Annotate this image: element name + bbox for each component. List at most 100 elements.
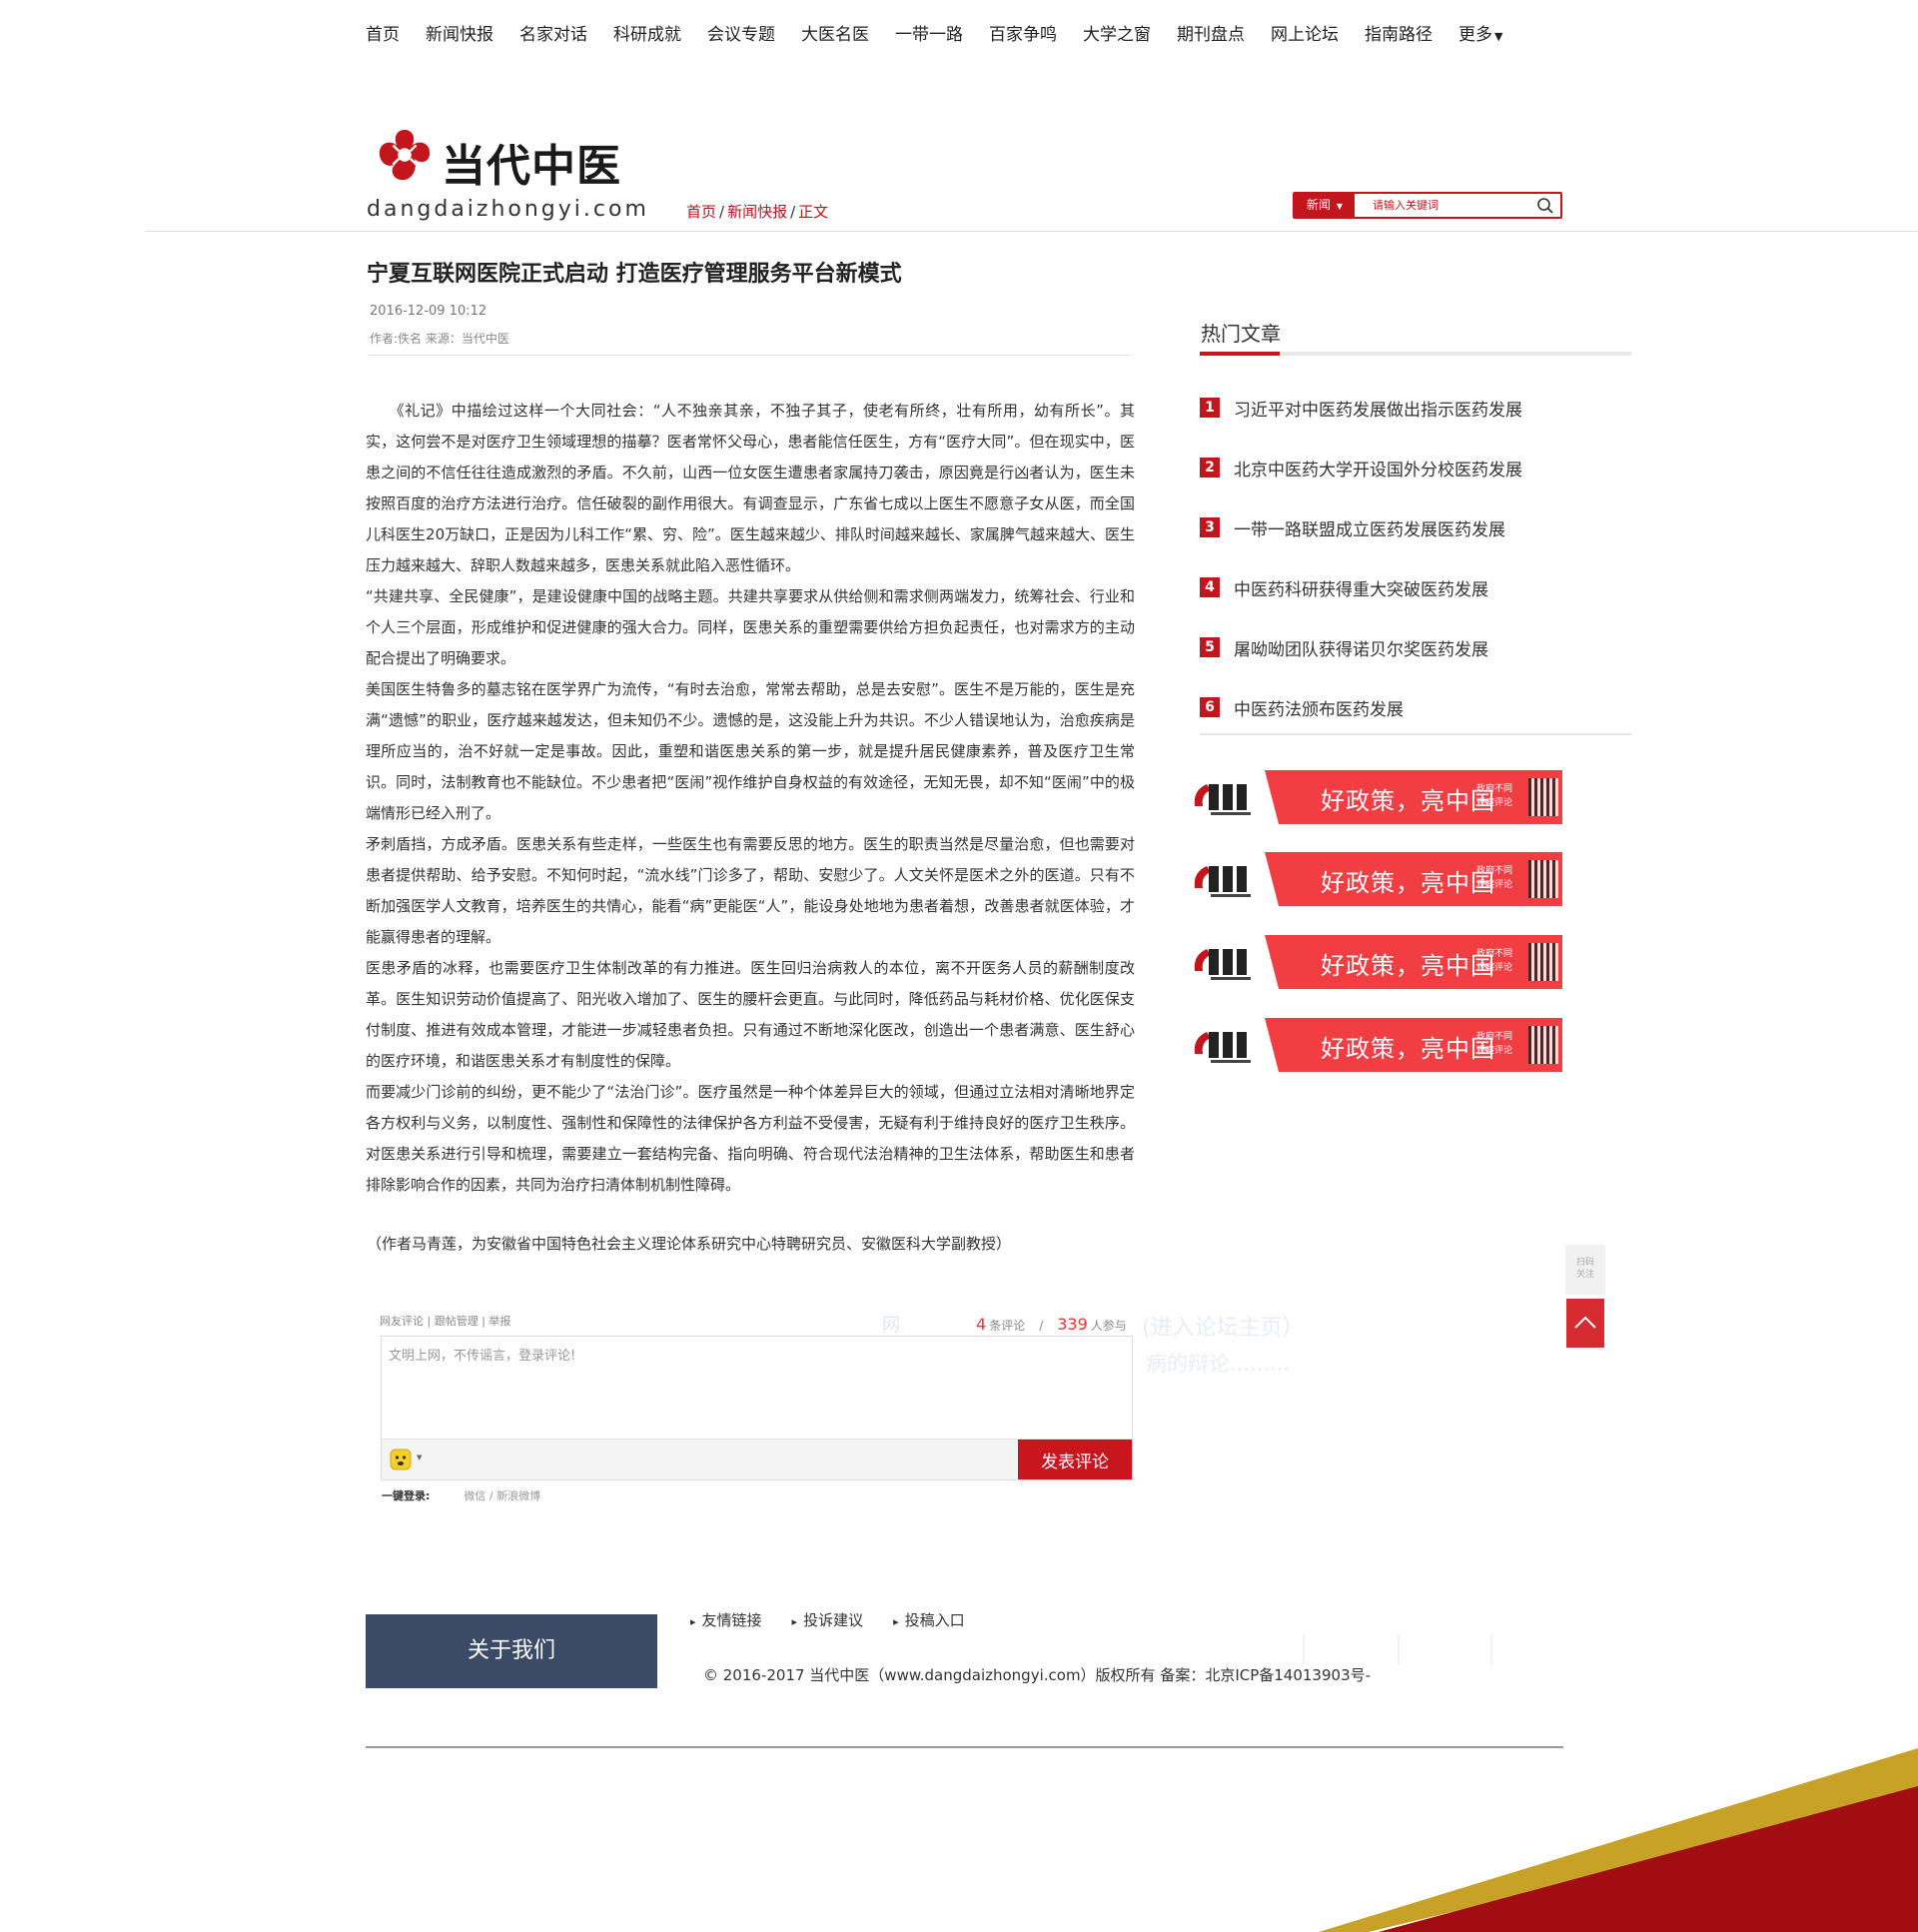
hot-article-item[interactable]: 3 一带一路联盟成立医药发展医药发展	[1200, 497, 1631, 557]
comment-count: 4	[976, 1315, 987, 1334]
comment-textarea[interactable]	[382, 1337, 1132, 1440]
emoji-button[interactable]: ▼	[390, 1449, 430, 1470]
quick-login-options[interactable]: 微信 / 新浪微博	[464, 1489, 540, 1502]
nav-item-doctors[interactable]: 大医名医	[801, 20, 869, 46]
nav-item-home[interactable]: 首页	[366, 20, 400, 46]
nav-item-university[interactable]: 大学之窗	[1083, 20, 1151, 46]
hot-article-title[interactable]: 北京中医药大学开设国外分校医药发展	[1234, 456, 1522, 481]
search-category-label: 新闻	[1306, 198, 1331, 212]
hot-article-item[interactable]: 5 屠呦呦团队获得诺贝尔奖医药发展	[1200, 617, 1631, 677]
hot-article-item[interactable]: 4 中医药科研获得重大突破医药发展	[1200, 557, 1631, 617]
quick-login-label: 一键登录:	[382, 1489, 431, 1502]
submit-comment-button[interactable]: 发表评论	[1018, 1440, 1132, 1479]
search-category-select[interactable]: 新闻 ▼	[1295, 194, 1355, 217]
hot-articles-list: 1 习近平对中医药发展做出指示医药发展 2 北京中医药大学开设国外分校医药发展 3一…	[1200, 378, 1631, 737]
rank-badge: 3	[1200, 517, 1220, 537]
ad-banner[interactable]: 好政策，亮中国 政府不同 观察评论	[1191, 935, 1562, 989]
faded-net-label: 网	[882, 1315, 900, 1336]
rank-badge: 4	[1200, 577, 1220, 597]
float-qr-label: 扫码关注	[1575, 1258, 1594, 1280]
comment-count-label: 条评论	[989, 1319, 1026, 1333]
article-body: 《礼记》中描绘过这样一个大同社会：“人不独亲其亲，不独子其子，使老有所终，壮有所…	[366, 396, 1135, 1201]
qr-code-icon	[1528, 860, 1558, 898]
author-note: （作者马青莲，为安徽省中国特色社会主义理论体系研究中心特聘研究员、安徽医科大学副…	[367, 1235, 1012, 1253]
breadcrumb-home[interactable]: 首页	[686, 203, 716, 221]
breadcrumb-sep: /	[719, 203, 725, 221]
hot-article-title[interactable]: 中医药科研获得重大突破医药发展	[1234, 575, 1488, 600]
hot-article-title[interactable]: 一带一路联盟成立医药发展医药发展	[1234, 515, 1505, 540]
ad-banner[interactable]: 好政策，亮中国 政府不同 观察评论	[1191, 770, 1562, 824]
nav-item-more[interactable]: 更多 ▼	[1458, 20, 1502, 46]
nav-item-debate[interactable]: 百家争鸣	[989, 20, 1057, 46]
caret-down-icon: ▼	[417, 1453, 423, 1461]
footer-link-submit[interactable]: 投稿入口	[893, 1609, 965, 1630]
hot-article-item[interactable]: 2 北京中医药大学开设国外分校医药发展	[1200, 438, 1631, 497]
breadcrumb-section[interactable]: 新闻快报	[727, 203, 787, 221]
nav-item-news[interactable]: 新闻快报	[426, 20, 493, 46]
hot-underline-accent	[1200, 352, 1280, 356]
corner-decoration	[1319, 1748, 1918, 1932]
breadcrumb-sep: /	[790, 203, 796, 221]
breadcrumb-current: 正文	[798, 203, 829, 221]
footer-link-complaints[interactable]: 投诉建议	[792, 1609, 863, 1630]
ad-logo-icon	[1194, 1032, 1251, 1063]
comment-box: ▼ 发表评论	[381, 1336, 1133, 1480]
nav-item-belt-road[interactable]: 一带一路	[895, 20, 963, 46]
nav-item-guides[interactable]: 指南路径	[1365, 20, 1433, 46]
nav-item-research[interactable]: 科研成就	[613, 20, 681, 46]
ad-logo-icon	[1194, 784, 1251, 815]
nav-item-forum[interactable]: 网上论坛	[1271, 20, 1339, 46]
comment-stats: 4 条评论/339 人参与	[976, 1315, 1127, 1334]
qr-code-icon	[1528, 1026, 1558, 1064]
caret-down-icon: ▼	[1494, 30, 1503, 43]
article-date: 2016-12-09 10:12	[370, 304, 487, 319]
top-nav: 首页 新闻快报 名家对话 科研成就 会议专题 大医名医 一带一路 百家争鸣 大学…	[366, 20, 1528, 46]
ad-slogan: 好政策，亮中国	[1321, 869, 1495, 897]
emoji-icon	[390, 1449, 412, 1470]
chevron-up-icon	[1574, 1316, 1596, 1329]
search-icon[interactable]	[1536, 197, 1554, 215]
rank-badge: 2	[1200, 458, 1220, 478]
ad-subtext: 政府不同 观察评论	[1476, 866, 1513, 890]
ad-banner[interactable]: 好政策，亮中国 政府不同 观察评论	[1191, 1018, 1562, 1072]
search-input[interactable]	[1373, 196, 1522, 214]
float-qr-button[interactable]: 扫码关注	[1565, 1245, 1605, 1295]
copyright-text: © 2016-2017 当代中医（www.dangdaizhongyi.com）…	[703, 1666, 1372, 1684]
article-paragraph: “共建共享、全民健康”，是建设健康中国的战略主题。共建共享要求从供给侧和需求侧两…	[366, 587, 1135, 667]
article-title: 宁夏互联网医院正式启动 打造医疗管理服务平台新模式	[367, 262, 902, 287]
search-box: 新闻 ▼	[1293, 192, 1562, 219]
comment-links[interactable]: 网友评论 | 跟帖管理 | 举报	[380, 1313, 510, 1329]
hot-article-title[interactable]: 习近平对中医药发展做出指示医药发展	[1234, 396, 1522, 421]
quick-login-row: 一键登录: 微信 / 新浪微博	[382, 1487, 540, 1503]
article-paragraph: 矛刺盾挡，方成矛盾。医患关系有些走样，一些医生也有需要反思的地方。医生的职责当然…	[366, 835, 1135, 946]
breadcrumb: 首页 / 新闻快报 / 正文	[686, 201, 828, 222]
ad-banner[interactable]: 好政策，亮中国 政府不同 观察评论	[1191, 852, 1562, 906]
ad-logo-icon	[1194, 949, 1251, 980]
hot-article-item[interactable]: 6 中医药法颁布医药发展	[1200, 677, 1631, 737]
hot-list-divider	[1200, 733, 1631, 735]
qr-code-icon	[1528, 943, 1558, 981]
nav-item-conference[interactable]: 会议专题	[707, 20, 775, 46]
about-us-button[interactable]: 关于我们	[366, 1614, 657, 1688]
article-meta: 作者:佚名 来源：当代中医	[370, 332, 509, 346]
participant-count: 339	[1057, 1315, 1088, 1334]
faded-forum-link[interactable]: (进入论坛主页）	[1142, 1310, 1305, 1342]
comment-toolbar: ▼ 发表评论	[382, 1439, 1132, 1479]
footer-link-friends[interactable]: 友情链接	[690, 1609, 762, 1630]
nav-item-journals[interactable]: 期刊盘点	[1177, 20, 1245, 46]
article-paragraph: 《礼记》中描绘过这样一个大同社会：“人不独亲其亲，不独子其子，使老有所终，壮有所…	[366, 402, 1135, 574]
hot-article-item[interactable]: 1 习近平对中医药发展做出指示医药发展	[1200, 378, 1631, 438]
hot-article-title[interactable]: 中医药法颁布医药发展	[1234, 695, 1404, 720]
logo-icon[interactable]	[376, 126, 434, 184]
footer-links: 友情链接 投诉建议 投稿入口	[690, 1609, 995, 1630]
ad-subtext: 政府不同 观察评论	[1476, 784, 1513, 808]
nav-item-dialogue[interactable]: 名家对话	[519, 20, 587, 46]
rank-badge: 5	[1200, 637, 1220, 657]
site-name[interactable]: 当代中医	[442, 130, 621, 194]
ad-slogan: 好政策，亮中国	[1321, 1035, 1495, 1063]
ad-subtext: 政府不同 观察评论	[1476, 1032, 1513, 1056]
participant-count-label: 人参与	[1090, 1319, 1127, 1333]
ad-subtext: 政府不同 观察评论	[1476, 949, 1513, 973]
back-to-top-button[interactable]	[1566, 1299, 1604, 1348]
hot-article-title[interactable]: 屠呦呦团队获得诺贝尔奖医药发展	[1234, 635, 1488, 660]
